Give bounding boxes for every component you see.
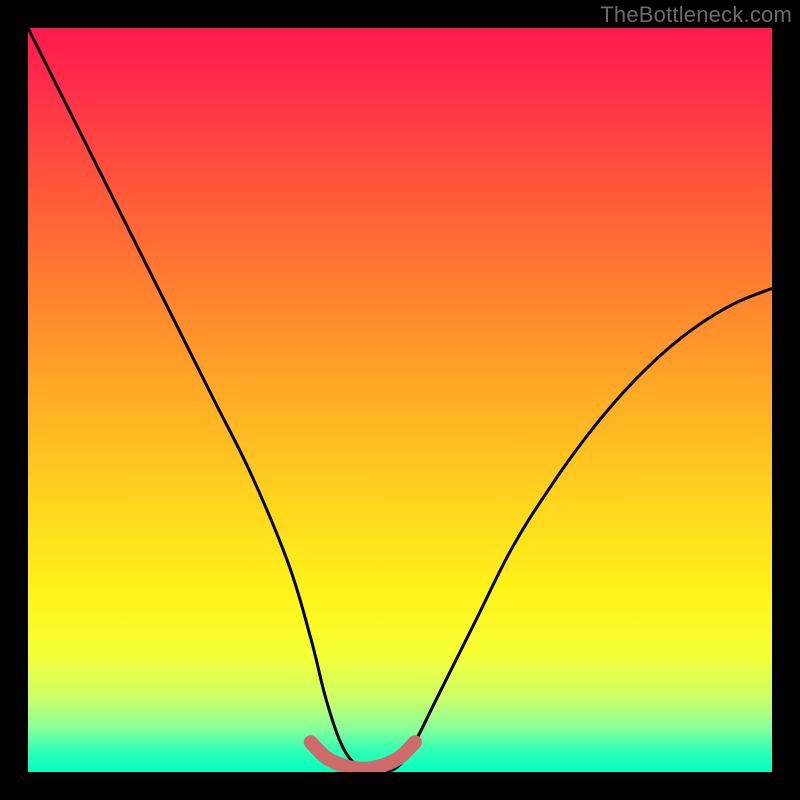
optimal-band (311, 742, 415, 769)
bottleneck-curve (28, 28, 772, 772)
curve-layer (28, 28, 772, 772)
plot-area (28, 28, 772, 772)
chart-frame: TheBottleneck.com (0, 0, 800, 800)
watermark-text: TheBottleneck.com (600, 2, 792, 28)
